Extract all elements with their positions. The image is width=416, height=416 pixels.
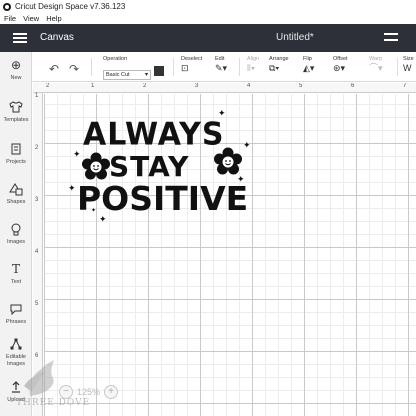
offset-button[interactable]: Offset ⊛▾	[333, 56, 348, 74]
text-icon: T	[11, 262, 20, 276]
align-button[interactable]: Align ⫴▾	[247, 56, 259, 74]
daisy-icon	[82, 152, 110, 180]
sidebar-item-new[interactable]: ⊕ New	[0, 58, 32, 82]
daisy-icon	[214, 147, 242, 175]
sparkle-icon: ✦	[99, 214, 107, 224]
edit-nodes-icon	[0, 337, 32, 351]
speech-bubble-icon	[0, 302, 32, 316]
plus-icon: ⊕	[10, 58, 22, 72]
dove-logo-icon	[24, 360, 54, 396]
cricut-logo-icon	[3, 2, 11, 11]
ruler-number: 2	[143, 83, 147, 89]
shirt-icon	[0, 100, 32, 114]
always-stay-positive-design[interactable]: ALWAYS STAY POSITIVE ✦ ✦ ✦ ✦ ✦ ✦ ✦	[63, 107, 263, 229]
header-menu-icon[interactable]	[384, 33, 400, 43]
flip-icon: ◭▾	[303, 63, 315, 73]
deselect-button[interactable]: Deselect ⊡	[181, 56, 202, 74]
design-line-positive: POSITIVE	[77, 179, 249, 218]
menu-file[interactable]: File	[4, 14, 16, 23]
ruler-number: 1	[35, 93, 39, 99]
color-swatch[interactable]	[154, 66, 164, 76]
ruler-number: 3	[35, 197, 39, 203]
sidebar-item-images[interactable]: Images	[0, 222, 32, 246]
flip-button[interactable]: Flip ◭▾	[303, 56, 314, 74]
ruler-number: 3	[195, 83, 199, 89]
size-group[interactable]: Size W	[403, 56, 414, 74]
edit-button[interactable]: Edit ✎▾	[215, 56, 227, 74]
sparkle-icon: ✦	[73, 149, 81, 159]
title-bar: Cricut Design Space v7.36.123	[0, 0, 416, 13]
operation-label: Operation	[103, 56, 128, 62]
watermark-text: THREE DOVE	[16, 398, 91, 408]
ruler-number: 1	[91, 83, 95, 89]
toolbar-divider	[91, 58, 92, 76]
ruler-number: 6	[351, 83, 355, 89]
bulb-icon	[0, 222, 32, 236]
redo-icon[interactable]: ↷	[69, 62, 79, 76]
ruler-number: 5	[299, 83, 303, 89]
sidebar-item-projects[interactable]: Projects	[0, 142, 32, 166]
menu-view[interactable]: View	[23, 14, 39, 23]
toolbar-divider	[397, 58, 398, 76]
ruler-number: 7	[403, 83, 407, 89]
menu-bar: File View Help	[0, 13, 416, 24]
size-width-field: W	[403, 63, 412, 73]
document-title[interactable]: Untitled*	[276, 32, 314, 43]
ruler-number: 2	[46, 83, 50, 89]
ruler-number: 4	[35, 249, 39, 255]
folder-icon	[0, 142, 32, 156]
app-window: Cricut Design Space v7.36.123 File View …	[0, 0, 416, 416]
window-title: Cricut Design Space v7.36.123	[15, 2, 126, 11]
sparkle-icon: ✦	[243, 140, 251, 150]
arrange-button[interactable]: Arrange ⧉▾	[269, 56, 289, 74]
sidebar-item-text[interactable]: T Text	[0, 262, 32, 286]
sparkle-icon: ✦	[68, 183, 76, 193]
ruler-number: 5	[35, 301, 39, 307]
ruler-number: 2	[35, 145, 39, 151]
design-line-always: ALWAYS	[83, 116, 225, 153]
toolbar-divider	[239, 58, 240, 76]
warp-icon: ⌒▾	[369, 63, 383, 73]
deselect-icon: ⊡	[181, 63, 189, 73]
sparkle-icon: ✦	[237, 174, 245, 184]
sidebar-item-phrases[interactable]: Phrases	[0, 302, 32, 326]
shapes-icon	[0, 182, 32, 196]
sidebar-item-templates[interactable]: Templates	[0, 100, 32, 124]
ruler-number: 4	[247, 83, 251, 89]
header-section-title: Canvas	[40, 32, 74, 43]
arrange-icon: ⧉▾	[269, 63, 280, 73]
sparkle-icon: ✦	[218, 108, 226, 118]
warp-button[interactable]: Warp ⌒▾	[369, 56, 383, 74]
edit-icon: ✎▾	[215, 63, 228, 73]
undo-icon[interactable]: ↶	[49, 62, 59, 76]
operation-select[interactable]: Basic Cut	[103, 70, 151, 80]
toolbar-divider	[173, 58, 174, 76]
sidebar-item-shapes[interactable]: Shapes	[0, 182, 32, 206]
menu-help[interactable]: Help	[46, 14, 61, 23]
align-icon: ⫴▾	[247, 63, 256, 73]
horizontal-ruler: 2 1 2 3 4 5 6 7	[33, 83, 416, 93]
sparkle-icon: ✦	[91, 208, 97, 214]
app-header: Canvas Untitled*	[0, 24, 416, 52]
edit-toolbar: ↶ ↷ Operation Basic Cut Deselect ⊡ Edit …	[33, 52, 416, 82]
hamburger-menu-icon[interactable]	[13, 33, 27, 43]
offset-icon: ⊛▾	[333, 63, 346, 73]
watermark: THREE DOVE	[10, 356, 110, 416]
